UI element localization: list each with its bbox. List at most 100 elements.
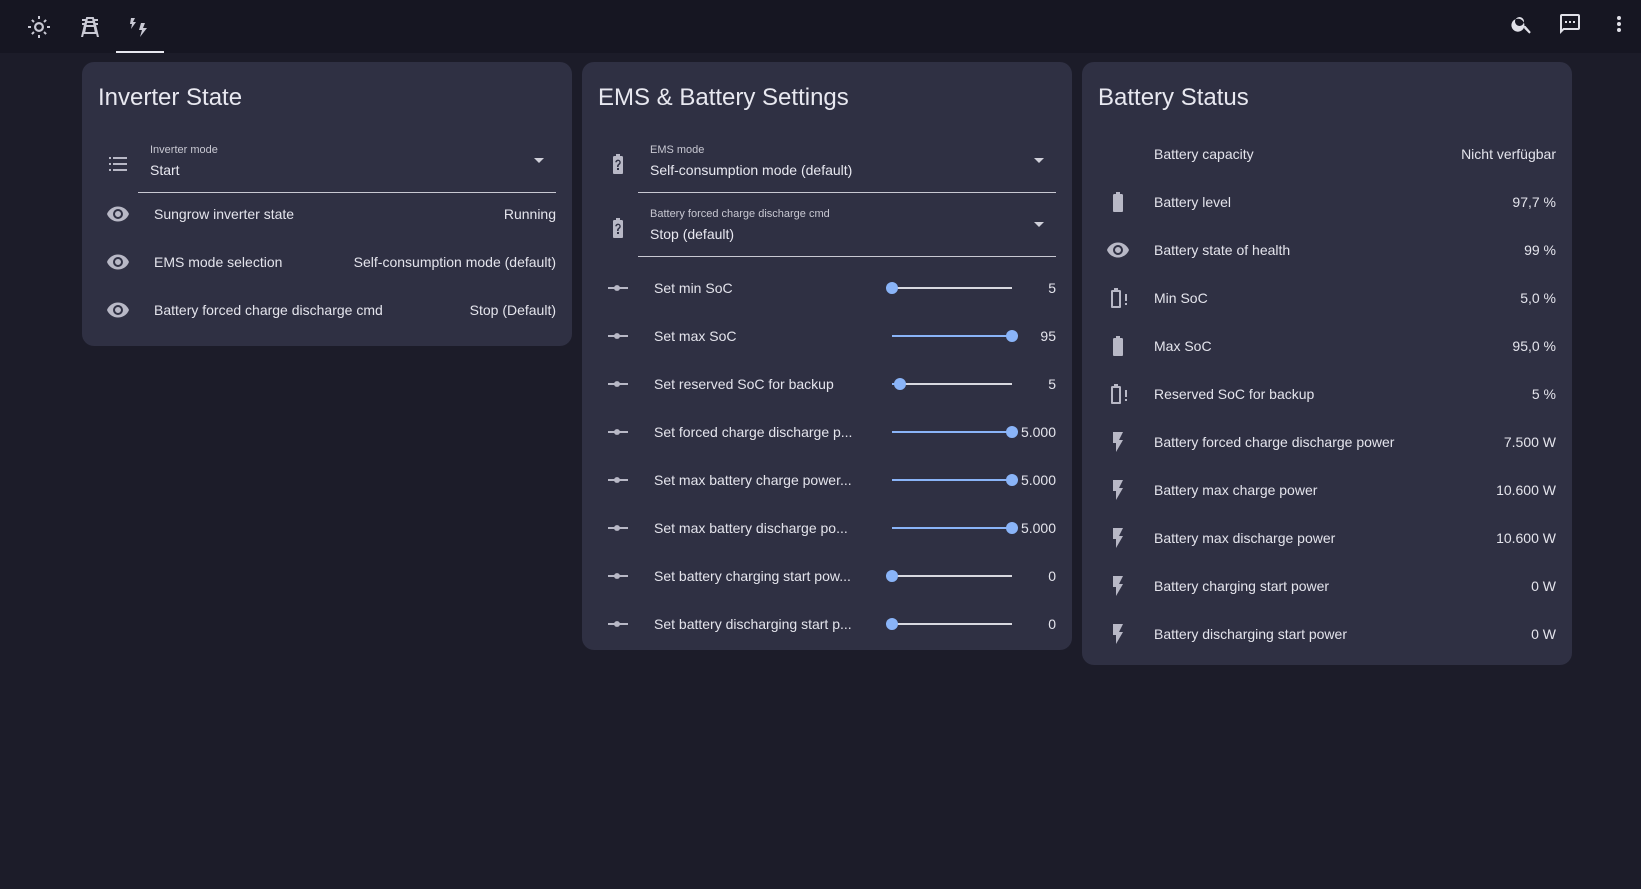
flash-icon (1098, 422, 1138, 462)
slider-thumb[interactable] (1006, 474, 1018, 486)
slider-thumb[interactable] (1006, 330, 1018, 342)
number-slider-row: Set max battery discharge po... 5.000 (598, 504, 1056, 552)
number-slider[interactable] (892, 326, 1018, 346)
battery-icon (1098, 182, 1138, 222)
eye-icon (1098, 230, 1138, 270)
eye-icon (98, 242, 138, 282)
slider-value: 5.000 (1020, 472, 1056, 488)
entity-row[interactable]: Battery level 97,7 % (1098, 178, 1556, 226)
number-slider-row: Set battery charging start pow... 0 (598, 552, 1056, 600)
entity-row[interactable]: Battery discharging start power 0 W (1098, 610, 1556, 658)
slider-thumb[interactable] (886, 570, 898, 582)
entity-row[interactable]: Battery state of health 99 % (1098, 226, 1556, 274)
slider-thumb[interactable] (886, 282, 898, 294)
number-slider[interactable] (886, 566, 1012, 586)
entity-row[interactable]: Battery max charge power 10.600 W (1098, 466, 1556, 514)
number-slider[interactable] (892, 518, 1018, 538)
battery-alert-icon (1098, 278, 1138, 318)
format-list-icon (98, 144, 138, 184)
slider-value: 5 (1048, 280, 1056, 296)
entity-value: Nicht verfügbar (1461, 146, 1556, 162)
slider-label: Set forced charge discharge p... (654, 424, 853, 440)
number-slider-row: Set forced charge discharge p... 5.000 (598, 408, 1056, 456)
entity-row[interactable]: Battery forced charge discharge power 7.5… (1098, 418, 1556, 466)
entity-value: 5 % (1531, 386, 1556, 402)
ray-vertex-icon (598, 604, 638, 644)
entity-value: 10.600 W (1496, 482, 1556, 498)
slider-value: 5.000 (1020, 424, 1056, 440)
tab-weather-lightning[interactable] (116, 0, 164, 53)
entity-label: Reserved SoC for backup (1154, 386, 1315, 402)
entity-row[interactable]: Battery charging start power 0 W (1098, 562, 1556, 610)
transmission-tower-icon (81, 16, 99, 37)
slider-label: Set min SoC (654, 280, 733, 296)
slider-label: Set reserved SoC for backup (654, 376, 834, 392)
assist-button[interactable] (1548, 2, 1592, 46)
select-label: Battery forced charge discharge cmd (650, 208, 830, 220)
more-vert-icon (1617, 16, 1621, 32)
slider-label: Set battery charging start pow... (654, 568, 851, 584)
card-title: Battery Status (1098, 84, 1249, 111)
number-slider[interactable] (892, 470, 1018, 490)
entity-value: Self-consumption mode (default) (353, 254, 556, 270)
entity-label: Battery state of health (1154, 242, 1291, 258)
entity-row[interactable]: Min SoC 5,0 % (1098, 274, 1556, 322)
entity-row[interactable]: Sungrow inverter state Running (98, 190, 556, 238)
slider-value: 95 (1040, 328, 1056, 344)
tab-transmission-tower[interactable] (66, 0, 114, 53)
entity-row[interactable]: Battery forced charge discharge cmd Stop… (98, 286, 556, 334)
flash-icon (1098, 614, 1138, 654)
dropdown-arrow-icon (1034, 222, 1044, 227)
entity-row[interactable]: Battery capacity Nicht verfügbar (1098, 130, 1556, 178)
entity-value: 95,0 % (1512, 338, 1556, 354)
search-button[interactable] (1500, 2, 1544, 46)
slider-thumb[interactable] (1006, 522, 1018, 534)
battery-unknown-icon (598, 208, 638, 248)
ray-vertex-icon (598, 508, 638, 548)
entity-label: Max SoC (1154, 338, 1212, 354)
entity-value: Stop (Default) (469, 302, 556, 318)
slider-track (892, 383, 1012, 385)
forced-cmd-select[interactable]: Battery forced charge discharge cmd Stop… (638, 200, 1056, 257)
entity-row[interactable]: Battery max discharge power 10.600 W (1098, 514, 1556, 562)
search-icon (1511, 17, 1531, 34)
slider-fill (892, 479, 1012, 481)
ray-vertex-icon (598, 412, 638, 452)
card-title: EMS & Battery Settings (598, 84, 849, 111)
select-value: Self-consumption mode (default) (650, 162, 853, 178)
number-slider-row: Set max battery charge power... 5.000 (598, 456, 1056, 504)
ems-mode-select[interactable]: EMS mode Self-consumption mode (default) (638, 136, 1056, 193)
entity-row[interactable]: EMS mode selection Self-consumption mode… (98, 238, 556, 286)
empty-icon (1098, 134, 1138, 174)
battery-icon (1098, 326, 1138, 366)
number-slider[interactable] (886, 278, 1012, 298)
slider-fill (892, 431, 1012, 433)
slider-thumb[interactable] (886, 618, 898, 630)
select-label: EMS mode (650, 144, 705, 156)
ray-vertex-icon (598, 556, 638, 596)
entity-value: Running (503, 206, 556, 222)
slider-thumb[interactable] (1006, 426, 1018, 438)
slider-fill (892, 527, 1012, 529)
slider-thumb[interactable] (894, 378, 907, 390)
tab-solar-power[interactable] (15, 0, 63, 53)
number-slider[interactable] (886, 614, 1012, 634)
entity-row[interactable]: Reserved SoC for backup 5 % (1098, 370, 1556, 418)
battery-alert-icon (1098, 374, 1138, 414)
entity-value: 99 % (1524, 242, 1556, 258)
entity-row[interactable]: Max SoC 95,0 % (1098, 322, 1556, 370)
entity-label: Battery capacity (1154, 146, 1254, 162)
forced-cmd-select-row: Battery forced charge discharge cmd Stop… (598, 200, 1056, 257)
number-slider[interactable] (892, 374, 1012, 394)
flash-icon (1098, 566, 1138, 606)
entity-value: 10.600 W (1496, 530, 1556, 546)
number-slider[interactable] (892, 422, 1018, 442)
slider-value: 5 (1048, 376, 1056, 392)
entity-value: 0 W (1531, 578, 1556, 594)
slider-label: Set max battery charge power... (654, 472, 852, 488)
more-options-button[interactable] (1597, 2, 1641, 46)
inverter-mode-select[interactable]: Inverter mode Start (138, 136, 556, 193)
dropdown-arrow-icon (1034, 158, 1044, 163)
entity-label: Battery forced charge discharge cmd (154, 302, 383, 318)
slider-fill (892, 335, 1012, 337)
